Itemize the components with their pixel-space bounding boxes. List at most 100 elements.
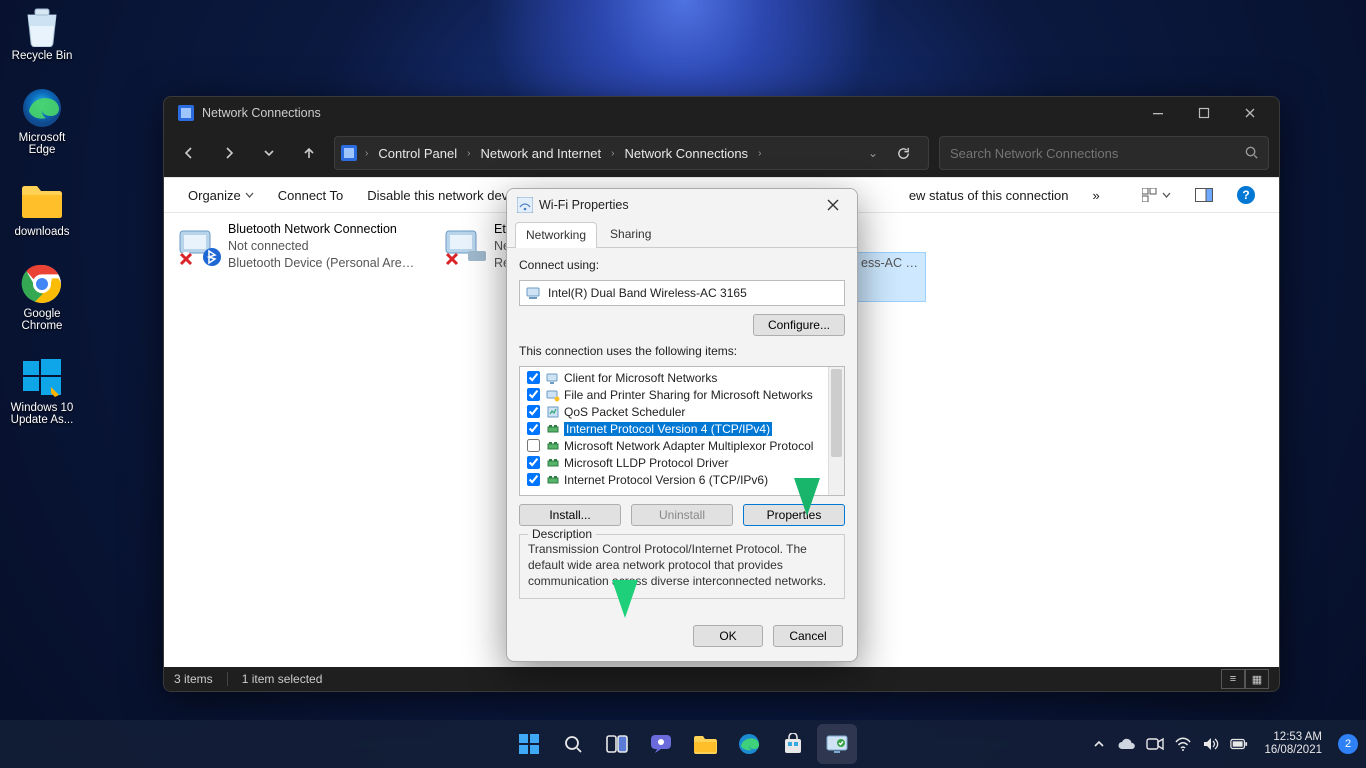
- protocol-item[interactable]: Microsoft Network Adapter Multiplexor Pr…: [524, 437, 826, 454]
- taskbar: 12:53 AM 16/08/2021 2: [0, 720, 1366, 768]
- proto-icon: [546, 439, 560, 453]
- tab-sharing[interactable]: Sharing: [599, 221, 662, 247]
- crumb-network-connections[interactable]: Network Connections: [623, 137, 751, 169]
- ok-button[interactable]: OK: [693, 625, 763, 647]
- maximize-button[interactable]: [1181, 97, 1227, 129]
- description-group: Description Transmission Control Protoco…: [519, 534, 845, 599]
- close-button[interactable]: [1227, 97, 1273, 129]
- desktop-icon-label: Recycle Bin: [12, 50, 73, 62]
- search-input[interactable]: [939, 136, 1269, 170]
- explorer-statusbar: 3 items 1 item selected ≡ ▦: [164, 667, 1279, 691]
- desktop-icon-recycle-bin[interactable]: Recycle Bin: [6, 4, 78, 62]
- edge-taskbar-button[interactable]: [729, 724, 769, 764]
- connect-to-button[interactable]: Connect To: [266, 178, 356, 212]
- meet-now-icon[interactable]: [1146, 737, 1164, 751]
- dialog-titlebar[interactable]: Wi-Fi Properties: [507, 189, 857, 221]
- protocol-checkbox[interactable]: [527, 388, 540, 401]
- recycle-bin-icon: [20, 4, 64, 48]
- task-view-button[interactable]: [597, 724, 637, 764]
- dialog-close-button[interactable]: [819, 191, 847, 219]
- protocol-item[interactable]: Microsoft LLDP Protocol Driver: [524, 454, 826, 471]
- search-wrap: [939, 136, 1269, 170]
- chevron-right-icon[interactable]: ›: [363, 148, 370, 159]
- control-panel-icon: [178, 105, 194, 121]
- control-panel-taskbar-button[interactable]: [817, 724, 857, 764]
- connect-using-label: Connect using:: [519, 258, 845, 272]
- dialog-footer: OK Cancel: [507, 615, 857, 661]
- large-icons-view-button[interactable]: ▦: [1245, 669, 1269, 689]
- proto-icon: [546, 456, 560, 470]
- chrome-icon: [20, 262, 64, 306]
- volume-tray-icon[interactable]: [1202, 737, 1220, 751]
- edge-icon: [20, 86, 64, 130]
- explorer-titlebar[interactable]: Network Connections: [164, 97, 1279, 129]
- desktop-icon-label: Windows 10 Update As...: [6, 402, 78, 426]
- notification-badge[interactable]: 2: [1338, 734, 1358, 754]
- tab-networking[interactable]: Networking: [515, 222, 597, 248]
- file-explorer-button[interactable]: [685, 724, 725, 764]
- details-view-button[interactable]: ≡: [1221, 669, 1245, 689]
- protocol-label: Microsoft LLDP Protocol Driver: [564, 456, 729, 470]
- control-panel-small-icon: [341, 145, 357, 161]
- cancel-button[interactable]: Cancel: [773, 625, 843, 647]
- wifi-properties-icon: [517, 197, 533, 213]
- tray-date: 16/08/2021: [1264, 744, 1322, 757]
- protocol-checkbox[interactable]: [527, 422, 540, 435]
- chevron-right-icon[interactable]: ›: [465, 148, 472, 159]
- connection-item-wifi[interactable]: ess-AC 31...: [857, 253, 925, 301]
- organize-menu[interactable]: Organize: [176, 178, 266, 212]
- connection-device: ess-AC 31...: [861, 255, 921, 272]
- desktop-icon-label: Google Chrome: [6, 308, 78, 332]
- refresh-button[interactable]: [886, 146, 920, 161]
- nav-history-button[interactable]: [254, 138, 284, 168]
- protocol-checkbox[interactable]: [527, 473, 540, 486]
- desktop-icon-label: downloads: [15, 226, 70, 238]
- start-button[interactable]: [509, 724, 549, 764]
- address-dropdown-icon[interactable]: ⌄: [866, 146, 880, 160]
- protocol-checkbox[interactable]: [527, 371, 540, 384]
- install-button[interactable]: Install...: [519, 504, 621, 526]
- protocol-checkbox[interactable]: [527, 439, 540, 452]
- chat-button[interactable]: [641, 724, 681, 764]
- view-options-button[interactable]: [1130, 178, 1183, 212]
- nav-back-button[interactable]: [174, 138, 204, 168]
- wifi-tray-icon[interactable]: [1174, 737, 1192, 751]
- annotation-arrow-1: [792, 278, 822, 518]
- protocol-item[interactable]: File and Printer Sharing for Microsoft N…: [524, 386, 826, 403]
- connection-item-bluetooth[interactable]: Bluetooth Network Connection Not connect…: [174, 221, 422, 272]
- protocol-checkbox[interactable]: [527, 405, 540, 418]
- breadcrumb-bar[interactable]: › Control Panel › Network and Internet ›…: [334, 136, 929, 170]
- onedrive-icon[interactable]: [1118, 738, 1136, 750]
- nav-up-button[interactable]: [294, 138, 324, 168]
- desktop-icon-win10update[interactable]: Windows 10 Update As...: [6, 356, 78, 426]
- view-status-button[interactable]: ew status of this connection: [897, 178, 1081, 212]
- taskbar-search-button[interactable]: [553, 724, 593, 764]
- crumb-network-internet[interactable]: Network and Internet: [478, 137, 603, 169]
- protocol-checkbox[interactable]: [527, 456, 540, 469]
- chevron-right-icon[interactable]: ›: [756, 148, 763, 159]
- explorer-navrow: › Control Panel › Network and Internet ›…: [164, 129, 1279, 177]
- protocol-item[interactable]: Internet Protocol Version 6 (TCP/IPv6): [524, 471, 826, 488]
- uninstall-button[interactable]: Uninstall: [631, 504, 733, 526]
- tray-overflow-button[interactable]: [1090, 738, 1108, 750]
- protocol-item[interactable]: QoS Packet Scheduler: [524, 403, 826, 420]
- protocol-item[interactable]: Client for Microsoft Networks: [524, 369, 826, 386]
- window-title: Network Connections: [202, 106, 1135, 120]
- protocol-item[interactable]: Internet Protocol Version 4 (TCP/IPv4): [524, 420, 826, 437]
- scrollbar[interactable]: [828, 367, 844, 495]
- help-button[interactable]: ?: [1225, 178, 1267, 212]
- chevron-right-icon[interactable]: ›: [609, 148, 616, 159]
- nav-forward-button[interactable]: [214, 138, 244, 168]
- desktop-icon-edge[interactable]: Microsoft Edge: [6, 86, 78, 156]
- scrollbar-thumb[interactable]: [831, 369, 842, 457]
- more-commands-button[interactable]: »: [1081, 178, 1112, 212]
- desktop-icon-chrome[interactable]: Google Chrome: [6, 262, 78, 332]
- preview-pane-button[interactable]: [1183, 178, 1225, 212]
- connection-device: Bluetooth Device (Personal Area ...: [228, 255, 418, 272]
- minimize-button[interactable]: [1135, 97, 1181, 129]
- battery-tray-icon[interactable]: [1230, 738, 1248, 750]
- crumb-control-panel[interactable]: Control Panel: [376, 137, 459, 169]
- tray-clock[interactable]: 12:53 AM 16/08/2021: [1264, 731, 1322, 757]
- desktop-icon-downloads[interactable]: downloads: [6, 180, 78, 238]
- store-button[interactable]: [773, 724, 813, 764]
